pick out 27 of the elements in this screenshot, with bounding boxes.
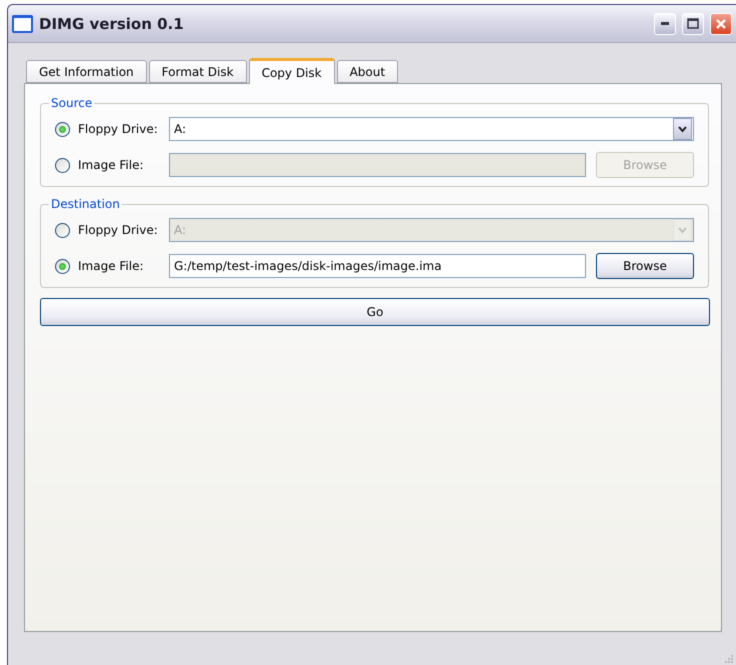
radio-label: Floppy Drive: [78,122,159,136]
window-title: DIMG version 0.1 [39,14,185,32]
window-icon [12,14,33,32]
go-button[interactable]: Go [40,298,710,326]
radio-label: Floppy Drive: [78,223,159,237]
tab[interactable]: Get Information [26,60,147,83]
minimize-icon [661,22,669,25]
group-title: Destination [50,197,121,211]
tab[interactable]: About [336,60,398,83]
minimize-button[interactable] [654,12,676,34]
group-title: Source [50,96,94,110]
tab[interactable]: Format Disk [148,60,247,83]
close-icon [715,18,727,30]
resize-grip-icon[interactable] [724,654,734,664]
close-button[interactable] [710,12,732,34]
drive-dropdown[interactable]: A: [169,117,694,141]
tab[interactable]: Copy Disk [248,58,335,84]
radio-label: Image File: [78,259,145,273]
radio-button[interactable] [55,258,70,274]
file-path-field[interactable]: G:/temp/test-images/disk-images/image.ima [169,254,586,278]
browse-button[interactable]: Browse [596,253,694,279]
maximize-icon [687,18,699,29]
chevron-down-icon [678,126,687,132]
radio-button[interactable] [55,122,70,136]
chevron-down-icon [678,226,687,234]
radio-label: Image File: [78,158,145,172]
maximize-button[interactable] [682,12,704,34]
